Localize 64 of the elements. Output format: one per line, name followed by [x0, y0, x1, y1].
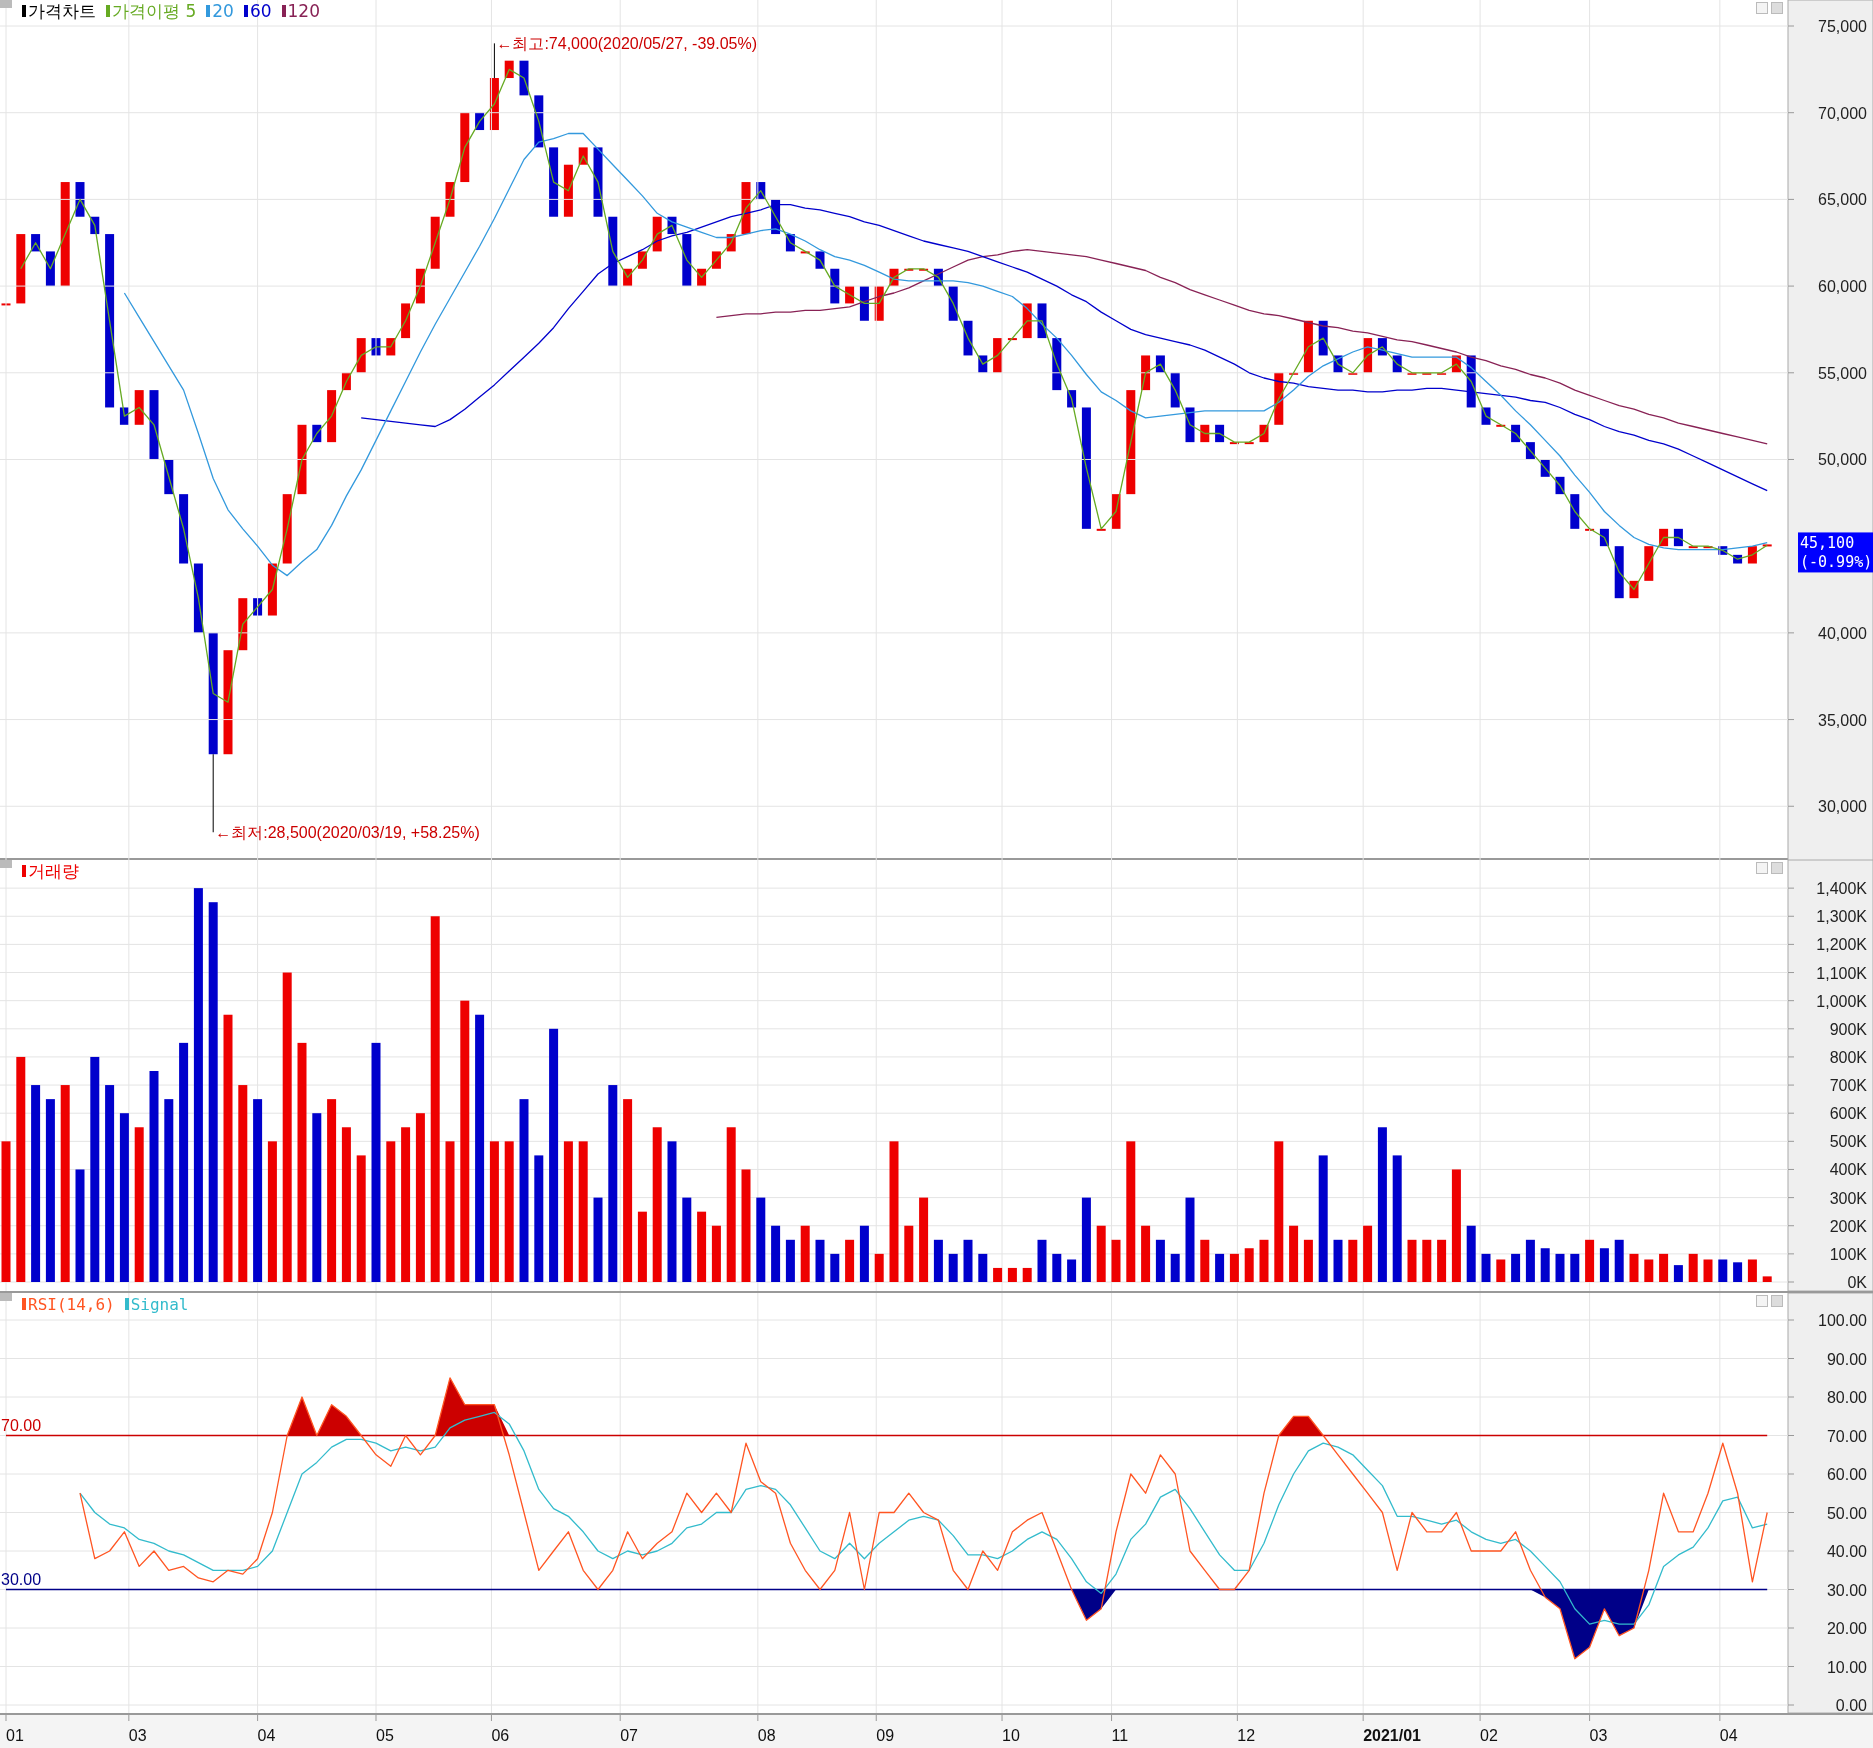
- time-axis-label: 2021/01: [1363, 1727, 1421, 1744]
- axis-label: 100.00: [1818, 1312, 1867, 1329]
- axis-label: 700K: [1829, 1077, 1867, 1095]
- current-price: 45,100: [1800, 534, 1855, 553]
- axis-label: 35,000: [1818, 711, 1867, 729]
- axis-label: 60.00: [1826, 1466, 1867, 1483]
- time-axis-label: 10: [1002, 1727, 1020, 1744]
- axis-label: 20.00: [1826, 1620, 1867, 1637]
- axis-label: 500K: [1829, 1133, 1867, 1151]
- time-axis-label: 05: [376, 1727, 394, 1744]
- legend-label: 가격이평 5: [112, 0, 197, 23]
- time-axis-label: 07: [620, 1727, 638, 1744]
- time-axis-label: 02: [1480, 1727, 1498, 1744]
- axis-label: 55,000: [1818, 364, 1867, 382]
- reference-label: 70.00: [1, 1416, 42, 1434]
- axis-label: 90.00: [1826, 1350, 1867, 1368]
- legend-label: 20: [212, 1, 234, 21]
- legend-label: 60: [249, 1, 272, 21]
- axis-label: 40.00: [1826, 1543, 1867, 1560]
- axis-label: 30,000: [1818, 798, 1867, 816]
- legend-label: 가격차트: [28, 0, 96, 23]
- axis-label: 1,100K: [1816, 964, 1867, 982]
- price-annotation: ←최저:28,500(2020/03/19, +58.25%): [215, 824, 480, 842]
- axis-label: 40,000: [1818, 624, 1867, 642]
- time-axis-label: 09: [876, 1727, 895, 1744]
- axis-label: 0K: [1847, 1274, 1867, 1291]
- axis-label: 50,000: [1818, 451, 1867, 469]
- axis-label: 10.00: [1826, 1658, 1867, 1676]
- axis-label: 1,200K: [1816, 936, 1867, 954]
- axis-label: 50.00: [1826, 1504, 1867, 1522]
- legend-label: 거래량: [28, 859, 79, 883]
- time-axis-label: 12: [1237, 1727, 1256, 1744]
- reference-label: 30.00: [1, 1570, 42, 1588]
- axis-label: 0.00: [1835, 1697, 1867, 1713]
- axis-label: 60,000: [1818, 278, 1867, 296]
- time-axis-label: 04: [257, 1727, 276, 1744]
- axis-label: 400K: [1829, 1161, 1867, 1179]
- axis-label: 75,000: [1818, 18, 1867, 35]
- time-axis-label: 03: [1589, 1727, 1608, 1744]
- axis-label: 800K: [1829, 1048, 1867, 1066]
- legend-label: Signal: [130, 1294, 189, 1314]
- axis-label: 100K: [1829, 1245, 1867, 1263]
- legend-label: RSI(14,6): [28, 1294, 115, 1314]
- axis-label: 200K: [1829, 1217, 1867, 1235]
- axis-label: 70.00: [1826, 1427, 1867, 1445]
- time-axis-label: 06: [491, 1727, 510, 1744]
- axis-label: 600K: [1829, 1105, 1867, 1123]
- time-axis-label: 08: [757, 1727, 776, 1744]
- axis-label: 300K: [1829, 1189, 1867, 1207]
- axis-label: 1,300K: [1816, 908, 1867, 926]
- axis-label: 70,000: [1818, 104, 1867, 122]
- axis-label: 1,000K: [1816, 992, 1867, 1010]
- time-axis-label: 04: [1719, 1727, 1738, 1744]
- time-axis-label: 11: [1111, 1727, 1129, 1744]
- price-annotation: ←최고:74,000(2020/05/27, -39.05%): [496, 35, 757, 53]
- axis-label: 1,400K: [1816, 880, 1867, 898]
- axis-label: 80.00: [1826, 1389, 1867, 1406]
- axis-label: 30.00: [1826, 1581, 1867, 1599]
- axis-label: 900K: [1829, 1020, 1867, 1038]
- price-change: (-0.99%): [1800, 553, 1873, 572]
- legend-label: 120: [287, 1, 320, 21]
- axis-label: 65,000: [1818, 191, 1867, 209]
- time-axis-label: 03: [128, 1727, 147, 1744]
- time-axis-label: 01: [6, 1727, 24, 1744]
